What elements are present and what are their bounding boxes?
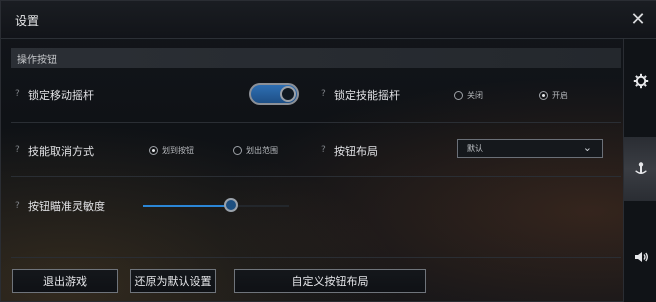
skill-cancel-label: 技能取消方式: [28, 145, 94, 158]
radio-off-label: 关闭: [467, 91, 483, 100]
radio-swipe-to-button[interactable]: 划到按钮: [149, 145, 194, 156]
rail-item-general[interactable]: [624, 49, 656, 113]
aim-sensitivity-slider[interactable]: [143, 198, 289, 212]
slider-thumb[interactable]: [224, 198, 238, 212]
radio-on-label: 开启: [552, 91, 568, 100]
rail-item-sound[interactable]: [624, 225, 656, 289]
lock-joystick-label: 锁定移动摇杆: [28, 89, 94, 102]
lock-skill-joystick-label: 锁定技能摇杆: [334, 89, 400, 102]
section-header: 操作按钮: [11, 48, 621, 68]
title-bar: 设置 ✕: [1, 1, 656, 39]
radio-dot: [539, 91, 548, 100]
close-icon[interactable]: ✕: [627, 9, 649, 31]
radio-dot: [233, 146, 242, 155]
restore-defaults-button[interactable]: 还原为默认设置: [130, 269, 216, 293]
settings-rail: [623, 39, 656, 302]
help-icon[interactable]: ?: [15, 89, 20, 99]
settings-dialog: 设置 ✕ 操作按钮 ? 锁定移动摇杆 ? 锁定技能摇杆 关闭 开启 ? 技能取消…: [0, 0, 656, 302]
radio-swipe-out-range[interactable]: 划出范围: [233, 145, 278, 156]
rail-item-controls[interactable]: [624, 137, 656, 201]
chevron-down-icon: ⌄: [582, 141, 592, 154]
button-layout-label: 按钮布局: [334, 145, 378, 158]
radio-swipe-out-range-label: 划出范围: [246, 146, 278, 155]
dialog-title: 设置: [15, 14, 40, 28]
speaker-icon: [635, 252, 648, 262]
radio-swipe-to-button-label: 划到按钮: [162, 146, 194, 155]
exit-game-button[interactable]: 退出游戏: [12, 269, 118, 293]
help-icon[interactable]: ?: [321, 145, 326, 155]
button-layout-value: 默认: [467, 144, 483, 153]
lock-joystick-toggle[interactable]: [249, 83, 299, 105]
radio-on[interactable]: 开启: [539, 90, 568, 101]
aim-sensitivity-label: 按钮瞄准灵敏度: [28, 200, 105, 213]
gear-icon: [633, 73, 649, 89]
radio-off[interactable]: 关闭: [454, 90, 483, 101]
radio-dot: [454, 91, 463, 100]
settings-content: 操作按钮 ? 锁定移动摇杆 ? 锁定技能摇杆 关闭 开启 ? 技能取消方式 划到…: [1, 39, 623, 302]
custom-layout-button[interactable]: 自定义按钮布局: [234, 269, 426, 293]
section-title: 操作按钮: [17, 55, 57, 66]
button-layout-select[interactable]: 默认 ⌄: [457, 139, 603, 158]
anchor-icon: [635, 162, 647, 174]
toggle-knob: [280, 86, 296, 102]
slider-fill: [143, 205, 231, 207]
row-divider: [11, 257, 621, 258]
help-icon[interactable]: ?: [15, 145, 20, 155]
row-divider: [11, 122, 621, 123]
radio-dot: [149, 146, 158, 155]
help-icon[interactable]: ?: [15, 201, 20, 211]
help-icon[interactable]: ?: [321, 89, 326, 99]
row-divider: [11, 176, 621, 177]
